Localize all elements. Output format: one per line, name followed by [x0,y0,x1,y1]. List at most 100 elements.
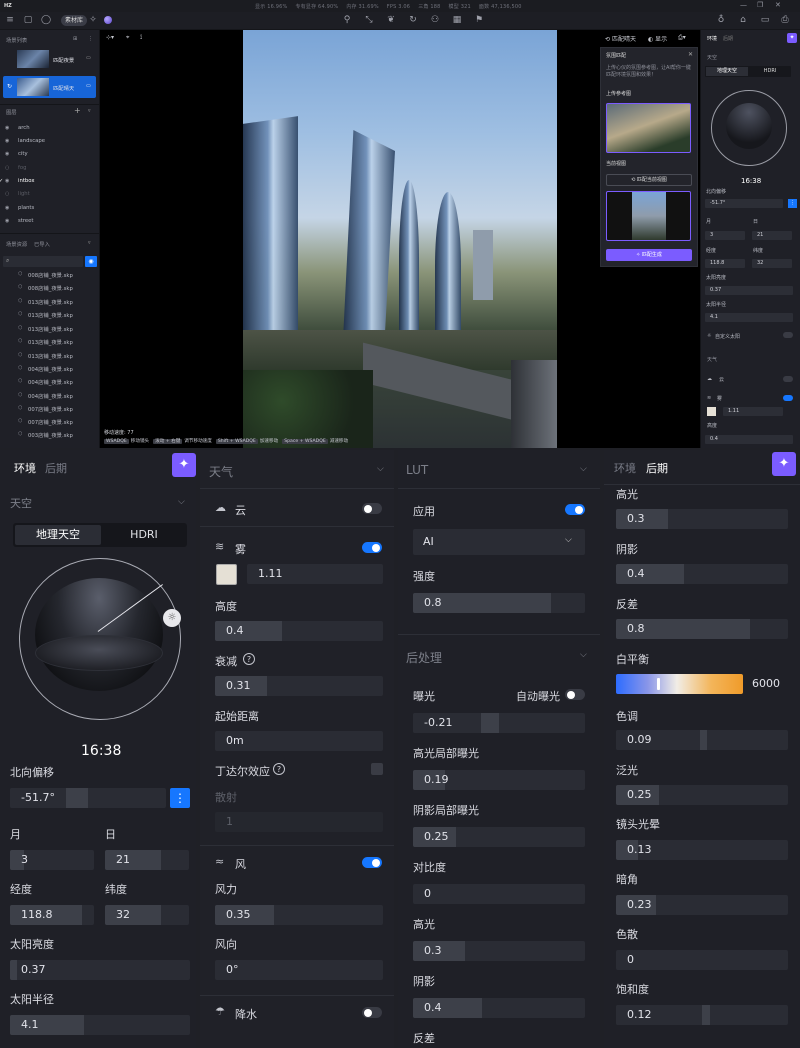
shadow-exposure-field[interactable]: 0.25 [413,827,585,847]
leaf-icon[interactable]: ❦ [386,14,396,26]
longitude-field[interactable]: 118.8 [10,905,94,925]
match-current-view-button[interactable]: ⟲ 匹配当前视图 [606,174,692,186]
slider-thumb[interactable] [657,678,660,690]
sun-brightness-field[interactable]: 0.37 [10,960,190,980]
wind-force-field[interactable]: 0.35 [215,905,383,925]
view-toggle-button[interactable]: ◉ [85,256,97,267]
sun-dial-mini[interactable] [711,90,787,166]
eye-off-icon[interactable]: ◌ [5,165,9,171]
fog-toggle[interactable] [362,542,382,553]
geo-sky-option[interactable]: 地理天空 [706,67,748,76]
layer-item[interactable]: ◉ arch [5,125,30,131]
add-scene-icon[interactable]: ⊞ [73,36,77,42]
rotate-icon[interactable]: ↻ [408,14,418,26]
fog-color-swatch[interactable] [216,564,237,585]
resource-search-input[interactable]: ⌕ [3,256,83,267]
shadow-field[interactable]: 0.4 [413,998,585,1018]
resource-item[interactable]: ⬡ 004店铺_夜景.skp [18,378,73,386]
tab-environment[interactable]: 环境 [14,460,36,476]
layer-item[interactable]: ◉ city [5,151,28,157]
close-window-icon[interactable]: ✕ [775,1,781,9]
reference-image[interactable] [606,103,691,153]
sun-radius-field[interactable]: 4.1 [705,313,793,322]
slider-thumb[interactable] [66,788,88,808]
chevron-down-icon[interactable]: ⌵ [580,464,587,474]
magic-icon[interactable]: ✧ [88,14,98,26]
sun-handle-icon[interactable]: ☼ [163,609,181,627]
resource-item[interactable]: ⬡ 013店铺_夜景.skp [18,338,73,346]
highlight-field[interactable]: 0.3 [413,941,585,961]
video-icon[interactable]: ▭ [760,14,770,26]
minimize-icon[interactable]: — [740,1,747,9]
grid-icon[interactable]: ▦ [452,14,462,26]
chromatic-aberration-field[interactable]: 0 [616,950,788,970]
vignette-field[interactable]: 0.23 [616,895,788,915]
resource-item[interactable]: ⬡ 007店铺_夜景.skp [18,405,73,413]
flag-icon[interactable]: ⚑ [474,14,484,26]
tab-env[interactable]: 环境 [707,35,717,42]
layer-item-hidden[interactable]: ◌ fog [5,165,26,171]
light-icon[interactable]: ♁ [716,14,726,26]
resource-item[interactable]: ⬡ 013店铺_夜景.skp [18,298,73,306]
month-field[interactable]: 3 [705,231,745,240]
rain-toggle[interactable] [362,1007,382,1018]
ai-orb-icon[interactable] [104,16,112,24]
sync-icon[interactable]: ↻ [7,83,12,90]
route-icon[interactable]: ⤡ [364,14,374,26]
scatter-field[interactable]: 1 [215,812,383,832]
resource-item[interactable]: ⬡ 003店铺_夜景.skp [18,431,73,439]
close-icon[interactable]: ✕ [688,51,693,58]
day-field[interactable]: 21 [105,850,189,870]
geo-sky-option[interactable]: 地理天空 [15,525,101,545]
eye-icon[interactable]: ◉ [5,205,9,211]
bloom-field[interactable]: 0.25 [616,785,788,805]
height-field[interactable]: 0.4 [705,435,793,444]
hdri-option[interactable]: HDRI [103,525,185,545]
resource-item[interactable]: ⬡ 013店铺_夜景.skp [18,352,73,360]
slider-thumb[interactable] [481,713,499,733]
resource-item[interactable]: ⬡ 013店铺_夜景.skp [18,311,73,319]
tab-postprocess[interactable]: 后期 [646,460,668,476]
latitude-field[interactable]: 32 [105,905,189,925]
decay-field[interactable]: 0.31 [215,676,383,696]
sun-dial[interactable]: ☼ [19,558,181,720]
chevron-down-icon[interactable]: ⌵ [377,464,384,474]
tab-environment[interactable]: 环境 [614,460,636,476]
filter-icon[interactable]: ▿ [88,108,91,114]
layer-item[interactable]: ◉ plants [5,205,34,211]
lon-field[interactable]: 118.8 [705,259,745,268]
walk-icon[interactable]: ⚇ [430,14,440,26]
resource-item[interactable]: ⬡ 004店铺_夜景.skp [18,365,73,373]
height-field[interactable]: 0.4 [215,621,383,641]
camera-icon[interactable]: ⌂ [738,14,748,26]
camera-icon[interactable]: ▭ [86,83,91,89]
slider-thumb[interactable] [702,1005,710,1025]
chevron-down-icon[interactable]: ⌵ [580,650,587,660]
start-distance-field[interactable]: 0m [215,731,383,751]
layer-item-selected[interactable]: ✓ ◉ intbox [0,178,34,184]
eye-icon[interactable]: ◉ [5,138,9,144]
filter-icon[interactable]: ▿ [88,240,91,246]
sparkle-icon[interactable]: ✦ [787,33,797,43]
hdri-option[interactable]: HDRI [749,67,791,76]
day-field[interactable]: 21 [752,231,792,240]
tab-postprocess[interactable]: 后期 [45,460,67,476]
month-field[interactable]: 3 [10,850,94,870]
white-balance-slider[interactable] [616,674,743,694]
north-field[interactable]: -51.7° [705,199,783,208]
match-sunny-button[interactable]: ⟲ 匹配晴天 [605,34,636,43]
custom-sun-toggle[interactable] [783,332,793,338]
chevron-down-icon[interactable]: ⌵ [178,497,185,507]
contrast-field[interactable]: 0 [413,884,585,904]
add-layer-icon[interactable]: + [74,106,81,115]
pin-icon[interactable]: ⚲ [342,14,352,26]
material-library-button[interactable]: 素材库 [61,15,88,26]
lut-select[interactable]: AI ⌵ [413,529,585,555]
generate-button[interactable]: ✧ 匹配生成 [606,249,692,261]
restore-icon[interactable]: ❐ [757,1,763,9]
more-options-button[interactable]: ⋮ [170,788,190,808]
lens-flare-field[interactable]: 0.13 [616,840,788,860]
highlight-exposure-field[interactable]: 0.19 [413,770,585,790]
more-icon[interactable]: ⋮ [88,36,93,42]
help-icon[interactable]: ? [273,763,285,775]
